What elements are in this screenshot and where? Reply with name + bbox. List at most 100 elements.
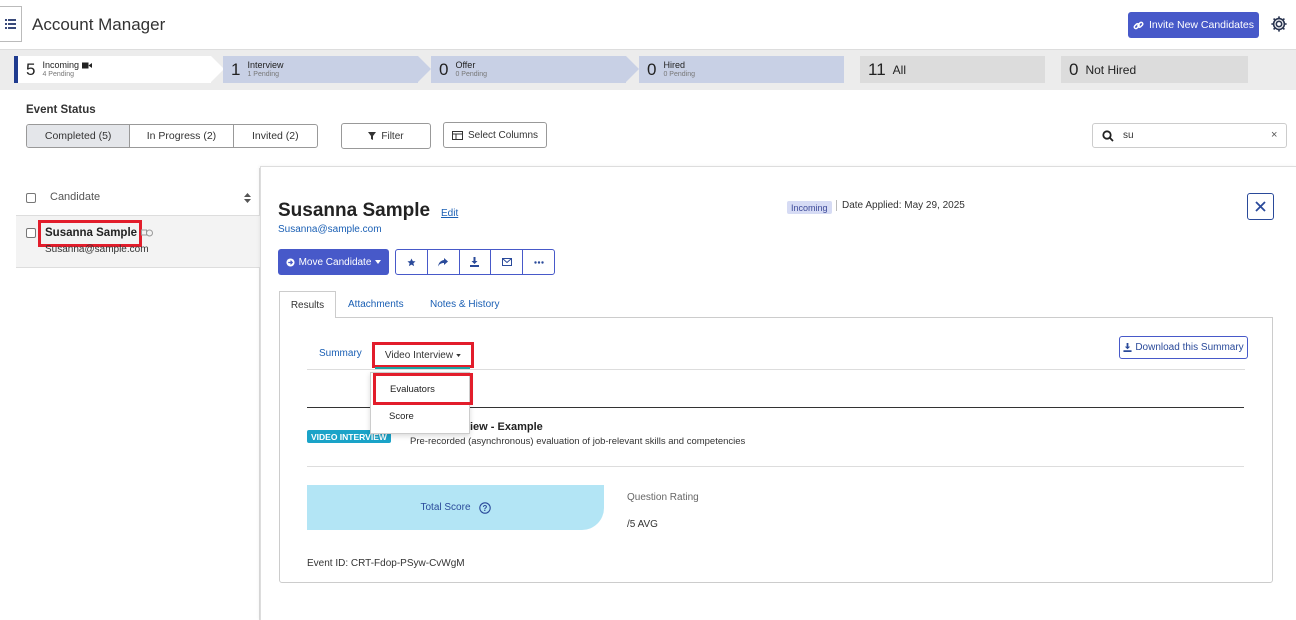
arrow-circle-icon	[286, 257, 295, 267]
select-all-checkbox[interactable]	[26, 193, 36, 203]
interview-description: Pre-recorded (asynchronous) evaluation o…	[410, 436, 746, 447]
stage-label: Hired	[663, 59, 685, 70]
page-title: Account Manager	[32, 15, 166, 34]
candidate-detail-name: Susanna Sample	[278, 200, 431, 221]
clear-search-icon[interactable]: ×	[1271, 129, 1277, 141]
download-icon	[1123, 343, 1132, 352]
stage-offer[interactable]: 0 Offer 0 Pending	[431, 56, 639, 83]
tab-results[interactable]: Results	[279, 291, 336, 318]
invite-button-label: Invite New Candidates	[1148, 19, 1255, 31]
candidate-detail-email[interactable]: Susanna@sample.com	[278, 224, 382, 235]
stage-not-hired[interactable]: 0 Not Hired	[1061, 56, 1248, 83]
section-divider	[307, 466, 1244, 467]
download-button[interactable]	[460, 250, 492, 274]
dropdown-item-evaluators[interactable]: Evaluators	[373, 373, 473, 405]
stage-pending: 0 Pending	[663, 70, 695, 78]
status-badge: Incoming	[787, 201, 832, 214]
pipeline-bar: 5 Incoming 4 Pending 1 Interview 1 Pendin…	[0, 50, 1296, 90]
stage-label: All	[892, 62, 906, 77]
select-columns-button[interactable]: Select Columns	[443, 122, 547, 148]
subtab-video-label: Video Interview	[384, 349, 454, 361]
candidate-email: Susanna@sample.com	[45, 244, 149, 255]
stage-label: Offer	[455, 59, 476, 70]
envelope-icon	[501, 258, 512, 266]
stage-all[interactable]: 11 All	[860, 56, 1045, 83]
stage-label: Interview	[247, 59, 284, 70]
tab-attachments[interactable]: Attachments	[348, 299, 404, 310]
event-id: Event ID: CRT-Fdop-PSyw-CvWgM	[307, 558, 465, 569]
candidate-name[interactable]: Susanna Sample	[45, 227, 137, 239]
download-summary-label: Download this Summary	[1135, 342, 1244, 353]
gear-icon	[1271, 16, 1287, 32]
stage-pending: 0 Pending	[455, 70, 487, 78]
menu-button[interactable]	[0, 6, 22, 42]
dropdown-item-score[interactable]: Score	[389, 411, 414, 422]
candidate-actions	[395, 249, 555, 275]
invite-new-candidates-button[interactable]: Invite New Candidates	[1128, 12, 1259, 38]
settings-button[interactable]	[1270, 15, 1290, 35]
move-candidate-label: Move Candidate	[298, 256, 372, 268]
filter-label: Filter	[381, 130, 404, 142]
total-score-label: Total Score	[420, 502, 471, 513]
favorite-button[interactable]	[396, 250, 428, 274]
caret-down-icon	[456, 353, 461, 357]
move-candidate-button[interactable]: Move Candidate	[278, 249, 389, 275]
stage-count: 5	[26, 59, 36, 79]
average-rating: /5 AVG	[627, 519, 658, 530]
date-applied: Date Applied: May 29, 2025	[836, 200, 965, 211]
stage-hired[interactable]: 0 Hired 0 Pending	[639, 56, 844, 83]
stage-count: 0	[647, 59, 657, 79]
question-rating-label: Question Rating	[627, 492, 699, 503]
link-icon	[1133, 21, 1144, 29]
search-field[interactable]: su ×	[1092, 123, 1287, 148]
download-icon	[470, 257, 480, 267]
stage-count: 11	[868, 59, 886, 79]
list-menu-icon	[5, 19, 16, 29]
segment-invited[interactable]: Invited (2)	[234, 125, 317, 147]
email-button[interactable]	[491, 250, 524, 274]
subtab-divider	[307, 369, 1245, 370]
candidate-column-header: Candidate	[50, 191, 101, 203]
stage-count: 1	[231, 59, 241, 79]
ellipsis-icon	[533, 260, 544, 264]
event-status-label: Event Status	[26, 104, 96, 116]
stage-pending: 4 Pending	[42, 70, 74, 78]
event-status-segmented-control: Completed (5) In Progress (2) Invited (2…	[26, 124, 318, 148]
share-button[interactable]	[428, 250, 460, 274]
stage-interview[interactable]: 1 Interview 1 Pending	[223, 56, 431, 83]
sort-icon[interactable]	[244, 193, 251, 203]
total-score-box: Total Score ?	[307, 485, 604, 530]
search-icon	[1102, 130, 1114, 142]
stage-pending: 1 Pending	[247, 70, 279, 78]
candidate-list-header: Candidate	[16, 183, 260, 216]
subtab-video-interview[interactable]: Video Interview	[372, 342, 474, 368]
subtab-summary[interactable]: Summary	[319, 348, 362, 359]
close-button[interactable]	[1247, 193, 1274, 220]
download-summary-button[interactable]: Download this Summary	[1119, 336, 1248, 359]
video-status-icon	[141, 229, 153, 237]
candidate-row[interactable]: Susanna Sample Susanna@sample.com	[16, 216, 260, 268]
row-checkbox[interactable]	[26, 228, 36, 238]
segment-completed[interactable]: Completed (5)	[27, 125, 131, 147]
filter-icon	[368, 132, 377, 140]
segment-in-progress[interactable]: In Progress (2)	[130, 125, 234, 147]
stage-incoming[interactable]: 5 Incoming 4 Pending	[18, 56, 224, 83]
video-camera-icon	[81, 62, 92, 68]
interview-title: iew - Example	[470, 421, 543, 433]
top-bar	[0, 0, 1296, 50]
caret-down-icon	[375, 260, 382, 264]
stage-count: 0	[439, 59, 449, 79]
help-icon[interactable]: ?	[478, 501, 491, 514]
stage-label: Not Hired	[1085, 62, 1137, 77]
stage-label: Incoming	[42, 60, 92, 70]
filter-button[interactable]: Filter	[341, 123, 431, 149]
share-icon	[438, 257, 449, 266]
select-columns-label: Select Columns	[467, 129, 539, 141]
search-input[interactable]: su	[1123, 130, 1134, 141]
edit-link[interactable]: Edit	[441, 208, 458, 219]
more-options-button[interactable]	[523, 250, 554, 274]
tab-notes-history[interactable]: Notes & History	[430, 299, 499, 310]
close-icon	[1255, 201, 1266, 212]
star-icon	[407, 257, 416, 266]
svg-text:?: ?	[482, 504, 487, 513]
